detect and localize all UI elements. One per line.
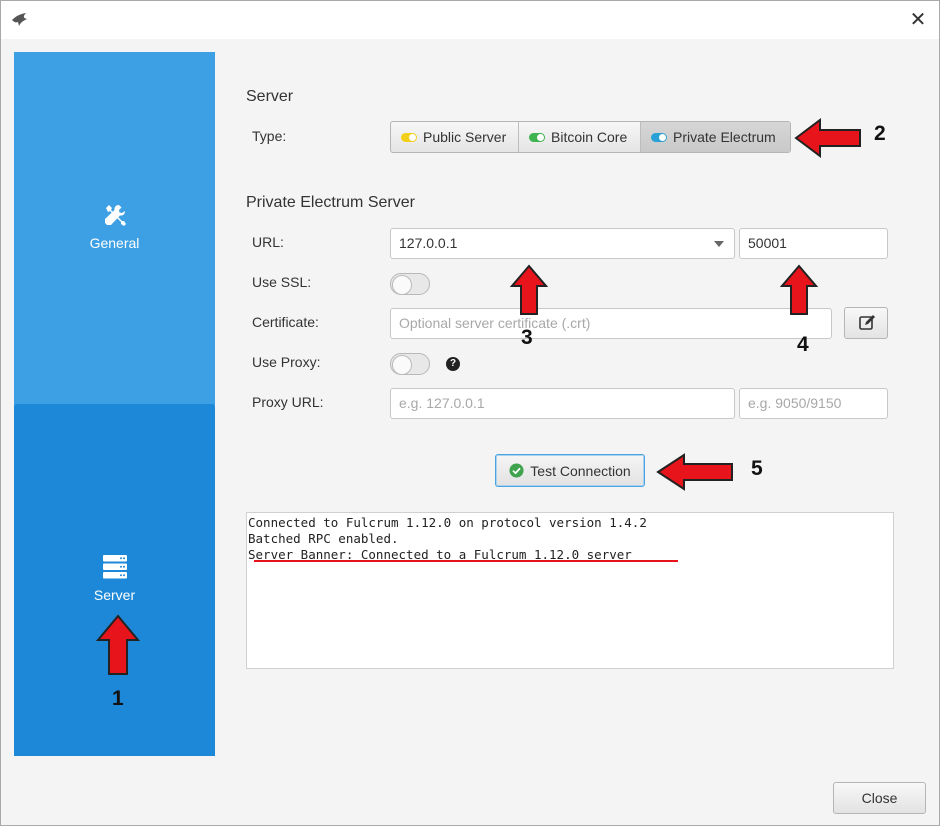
type-private-electrum-button[interactable]: Private Electrum — [641, 122, 790, 152]
edit-icon — [859, 315, 875, 330]
bird-logo-icon — [12, 13, 27, 26]
certificate-field[interactable]: Optional server certificate (.crt) — [390, 308, 832, 339]
toggle-dot-icon — [651, 132, 667, 142]
sidebar-item-general[interactable]: General — [14, 52, 215, 404]
annotation-arrow-left-icon — [656, 453, 733, 491]
test-connection-button[interactable]: Test Connection — [495, 454, 645, 487]
type-option-label: Bitcoin Core — [551, 129, 628, 145]
use-proxy-toggle[interactable] — [390, 353, 430, 375]
test-connection-label: Test Connection — [530, 462, 631, 479]
use-ssl-label: Use SSL: — [252, 274, 312, 290]
log-line: Connected to Fulcrum 1.12.0 on protocol … — [248, 515, 647, 530]
url-label: URL: — [252, 234, 284, 250]
type-bitcoin-core-button[interactable]: Bitcoin Core — [519, 122, 641, 152]
server-stack-icon — [103, 555, 127, 579]
annotation-arrow-up-icon — [510, 264, 548, 315]
annotation-number: 4 — [797, 333, 809, 356]
annotation-number: 5 — [751, 457, 763, 480]
annotation-underline — [254, 560, 678, 562]
annotation-number: 2 — [874, 122, 886, 145]
edit-certificate-button[interactable] — [844, 307, 888, 339]
annotation-arrow-left-icon — [794, 118, 861, 158]
type-public-server-button[interactable]: Public Server — [391, 122, 519, 152]
server-type-selector: Public Server Bitcoin Core Private Elect… — [390, 121, 791, 153]
private-electrum-section-title: Private Electrum Server — [246, 194, 415, 211]
wrench-screwdriver-icon — [105, 205, 126, 226]
chevron-down-icon[interactable] — [714, 241, 724, 247]
help-icon[interactable]: ? — [446, 357, 460, 371]
annotation-arrow-up-icon — [780, 264, 818, 315]
use-ssl-toggle[interactable] — [390, 273, 430, 295]
sidebar-item-label: General — [89, 235, 140, 251]
preferences-dialog: ✕ General Server Server Type: Public Ser… — [0, 0, 940, 826]
check-circle-icon — [509, 463, 524, 478]
type-option-label: Private Electrum — [673, 129, 776, 145]
proxy-port-field[interactable]: e.g. 9050/9150 — [739, 388, 888, 419]
connection-log[interactable]: Connected to Fulcrum 1.12.0 on protocol … — [246, 512, 894, 669]
url-host-combo[interactable]: 127.0.0.1 — [390, 228, 735, 259]
title-bar: ✕ — [1, 1, 939, 39]
type-option-label: Public Server — [423, 129, 507, 145]
log-line: Batched RPC enabled. — [248, 531, 399, 546]
proxy-host-field[interactable]: e.g. 127.0.0.1 — [390, 388, 735, 419]
use-proxy-label: Use Proxy: — [252, 354, 321, 370]
url-host-value: 127.0.0.1 — [399, 235, 458, 251]
close-icon[interactable]: ✕ — [903, 5, 933, 35]
sidebar-item-label: Server — [93, 587, 136, 603]
annotation-number: 1 — [112, 687, 124, 710]
toggle-dot-icon — [401, 132, 417, 142]
server-section-title: Server — [246, 88, 294, 105]
toggle-dot-icon — [529, 132, 545, 142]
proxy-url-label: Proxy URL: — [252, 394, 324, 410]
close-button[interactable]: Close — [833, 782, 926, 814]
annotation-arrow-up-icon — [96, 614, 140, 675]
url-port-field[interactable]: 50001 — [739, 228, 888, 259]
certificate-label: Certificate: — [252, 314, 319, 330]
annotation-number: 3 — [521, 326, 533, 349]
type-label: Type: — [252, 128, 287, 144]
